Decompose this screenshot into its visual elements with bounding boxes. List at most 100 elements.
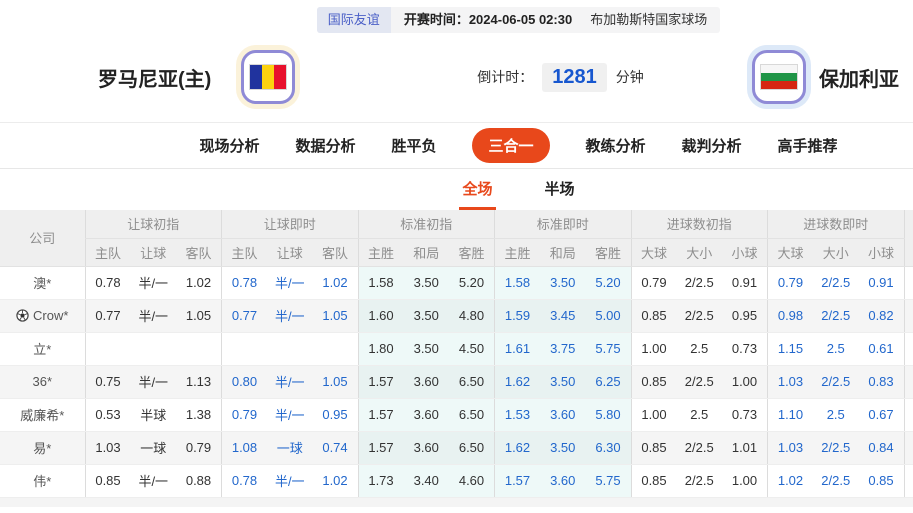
odds-cell: 半/一 bbox=[131, 464, 177, 497]
period-tab-0-active[interactable]: 全场 bbox=[459, 169, 495, 210]
main-tab-3-active[interactable]: 三合一 bbox=[472, 128, 549, 163]
company-name[interactable]: 威廉希* bbox=[0, 398, 85, 431]
odds-cell: 1.58 bbox=[495, 266, 541, 299]
sub-header-1-2: 客队 bbox=[313, 238, 359, 266]
odds-cell: 0.74 bbox=[313, 431, 359, 464]
main-tab-5[interactable]: 裁判分析 bbox=[682, 135, 742, 156]
company-label: 澳* bbox=[33, 276, 51, 291]
odds-cell: 1.62 bbox=[495, 431, 541, 464]
company-name[interactable]: 36* bbox=[0, 365, 85, 398]
countdown-block: 倒计时： 1281 分钟 bbox=[477, 63, 644, 92]
odds-cell: 1.00 bbox=[722, 365, 768, 398]
odds-cell: 1.57 bbox=[358, 431, 404, 464]
period-tab-1[interactable]: 半场 bbox=[542, 169, 578, 210]
odds-cell: 0.91 bbox=[859, 266, 905, 299]
company-label: 易* bbox=[33, 441, 51, 456]
company-name[interactable]: 易* bbox=[0, 431, 85, 464]
home-team-flag-box bbox=[241, 50, 295, 104]
odds-cell: 6.50 bbox=[449, 398, 495, 431]
company-label: 36* bbox=[32, 374, 52, 389]
odds-cell: 0.53 bbox=[85, 398, 131, 431]
company-name[interactable]: Crow* bbox=[0, 299, 85, 332]
soccer-ball-icon bbox=[16, 309, 29, 322]
next-row-partial bbox=[0, 498, 913, 507]
countdown-unit: 分钟 bbox=[616, 67, 644, 87]
main-tab-4[interactable]: 教练分析 bbox=[586, 135, 646, 156]
odds-cell: 一球 bbox=[131, 431, 177, 464]
odds-cell: 0.77 bbox=[85, 299, 131, 332]
overflow-column-cell bbox=[904, 332, 913, 365]
overflow-column-cell bbox=[904, 299, 913, 332]
odds-cell: 1.02 bbox=[313, 266, 359, 299]
odds-cell: 半/一 bbox=[131, 299, 177, 332]
odds-cell: 0.79 bbox=[176, 431, 222, 464]
odds-cell: 0.88 bbox=[176, 464, 222, 497]
odds-cell: 6.30 bbox=[586, 431, 632, 464]
odds-cell: 3.50 bbox=[540, 431, 586, 464]
sub-header-1-0: 主队 bbox=[222, 238, 268, 266]
odds-cell bbox=[267, 332, 313, 365]
company-name[interactable]: 立* bbox=[0, 332, 85, 365]
odds-cell bbox=[131, 332, 177, 365]
odds-cell: 0.78 bbox=[85, 266, 131, 299]
period-tab-bar: 全场 半场 bbox=[0, 168, 913, 210]
odds-cell: 4.80 bbox=[449, 299, 495, 332]
odds-cell bbox=[85, 332, 131, 365]
odds-cell: 0.79 bbox=[768, 266, 814, 299]
kickoff-time: 2024-06-05 02:30 bbox=[469, 7, 572, 33]
odds-cell: 0.95 bbox=[313, 398, 359, 431]
sub-header-4-1: 大小 bbox=[677, 238, 723, 266]
col-header-company: 公司 bbox=[0, 210, 85, 266]
main-tab-0[interactable]: 现场分析 bbox=[199, 135, 259, 156]
overflow-column-cell bbox=[904, 431, 913, 464]
odds-cell: 5.80 bbox=[586, 398, 632, 431]
odds-cell: 1.03 bbox=[768, 365, 814, 398]
odds-cell bbox=[313, 332, 359, 365]
main-tab-2[interactable]: 胜平负 bbox=[391, 135, 436, 156]
odds-comparison-table: 公司让球初指让球即时标准初指标准即时进球数初指进球数即时主队让球客队主队让球客队… bbox=[0, 210, 913, 498]
kickoff-label: 开赛时间： bbox=[391, 7, 469, 33]
odds-cell: 3.60 bbox=[540, 464, 586, 497]
odds-cell: 2/2.5 bbox=[677, 299, 723, 332]
main-tab-6[interactable]: 高手推荐 bbox=[778, 135, 838, 156]
odds-cell: 1.00 bbox=[631, 332, 677, 365]
odds-cell: 0.85 bbox=[631, 431, 677, 464]
overflow-column-header bbox=[904, 210, 913, 266]
match-header: 罗马尼亚(主) 倒计时： 1281 分钟 保加利亚 bbox=[0, 32, 913, 122]
venue-name: 布加勒斯特国家球场 bbox=[572, 7, 720, 33]
odds-cell: 半/一 bbox=[131, 365, 177, 398]
odds-cell: 1.62 bbox=[495, 365, 541, 398]
sub-header-1-1: 让球 bbox=[267, 238, 313, 266]
odds-cell: 0.75 bbox=[85, 365, 131, 398]
odds-cell: 1.57 bbox=[495, 464, 541, 497]
odds-cell: 1.02 bbox=[768, 464, 814, 497]
sub-header-0-1: 让球 bbox=[131, 238, 177, 266]
romania-flag-stripe bbox=[262, 65, 274, 89]
analysis-tab-bar: 现场分析 数据分析 胜平负 三合一 教练分析 裁判分析 高手推荐 bbox=[0, 122, 913, 168]
analysis-tabs: 现场分析 数据分析 胜平负 三合一 教练分析 裁判分析 高手推荐 bbox=[199, 128, 837, 163]
odds-cell: 半球 bbox=[131, 398, 177, 431]
league-badge[interactable]: 国际友谊 bbox=[317, 7, 391, 33]
odds-cell: 0.82 bbox=[859, 299, 905, 332]
company-name[interactable]: 澳* bbox=[0, 266, 85, 299]
sub-header-0-0: 主队 bbox=[85, 238, 131, 266]
overflow-column-cell bbox=[904, 398, 913, 431]
odds-cell: 1.59 bbox=[495, 299, 541, 332]
group-header-4: 进球数初指 bbox=[631, 210, 768, 238]
odds-cell: 3.45 bbox=[540, 299, 586, 332]
company-name[interactable]: 伟* bbox=[0, 464, 85, 497]
odds-cell: 0.85 bbox=[631, 299, 677, 332]
odds-row-4: 威廉希*0.53半球1.380.79半/一0.951.573.606.501.5… bbox=[0, 398, 913, 431]
odds-cell: 0.78 bbox=[222, 266, 268, 299]
odds-cell bbox=[222, 332, 268, 365]
odds-cell: 0.84 bbox=[859, 431, 905, 464]
odds-cell: 半/一 bbox=[267, 299, 313, 332]
odds-cell: 3.50 bbox=[404, 266, 450, 299]
sub-header-3-1: 和局 bbox=[540, 238, 586, 266]
odds-cell: 0.61 bbox=[859, 332, 905, 365]
odds-cell: 1.08 bbox=[222, 431, 268, 464]
sub-header-5-2: 小球 bbox=[859, 238, 905, 266]
odds-cell: 半/一 bbox=[131, 266, 177, 299]
odds-cell: 0.79 bbox=[631, 266, 677, 299]
main-tab-1[interactable]: 数据分析 bbox=[295, 135, 355, 156]
